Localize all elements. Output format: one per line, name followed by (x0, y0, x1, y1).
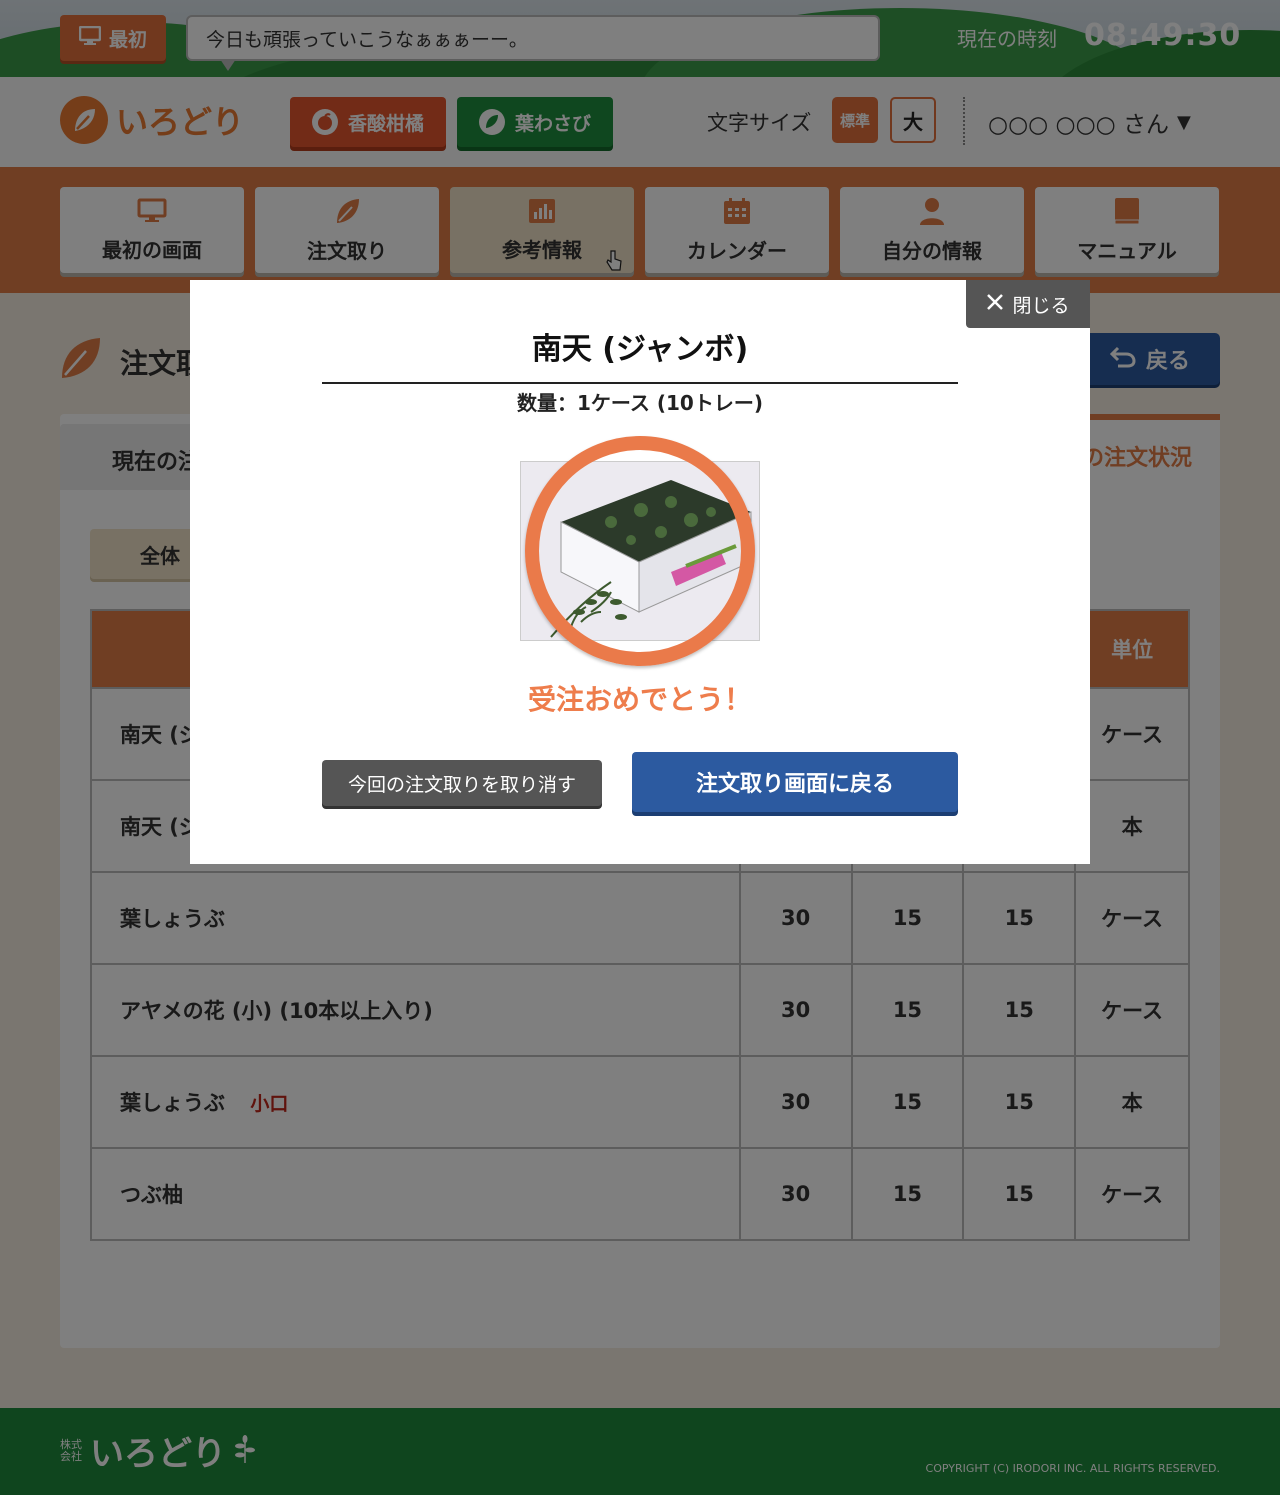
close-icon (986, 293, 1004, 316)
close-button-label: 閉じる (1012, 294, 1070, 317)
product-title: 南天 (ジャンボ) (322, 324, 958, 384)
quantity-text: 数量：1ケース (10トレー) (517, 391, 763, 415)
cancel-order-button[interactable]: 今回の注文取りを取り消す (322, 760, 602, 806)
congrats-message: 受注おめでとう！ (527, 683, 752, 716)
close-button[interactable]: 閉じる (966, 280, 1090, 328)
return-to-order-button[interactable]: 注文取り画面に戻る (632, 752, 958, 812)
order-complete-modal: 閉じる 南天 (ジャンボ) 数量：1ケース (10トレー) 受注おめでとう！ 今… (190, 280, 1090, 864)
congrats-ring-icon (525, 436, 755, 666)
